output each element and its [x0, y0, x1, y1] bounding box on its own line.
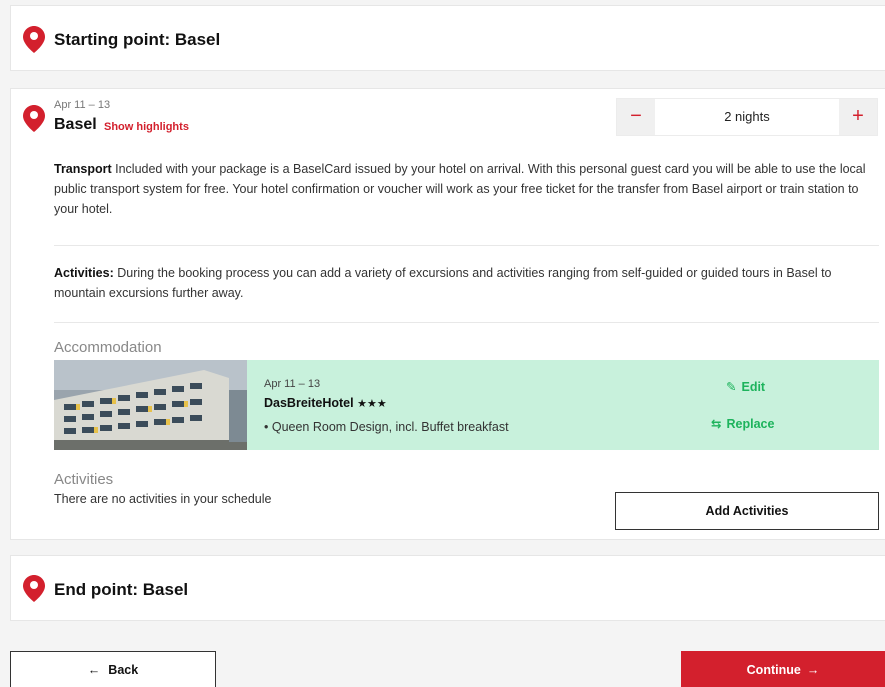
map-pin-icon: [23, 105, 45, 132]
decrease-nights-button[interactable]: −: [617, 99, 655, 135]
replace-label: Replace: [726, 417, 775, 431]
hotel-room-type: • Queen Room Design, incl. Buffet breakf…: [264, 420, 509, 434]
hotel-name-text: DasBreiteHotel: [264, 396, 354, 410]
map-pin-icon: [23, 575, 45, 602]
starting-point-card: Starting point: Basel: [10, 5, 885, 71]
edit-label: Edit: [741, 380, 766, 394]
activities-info: Activities: During the booking process y…: [54, 263, 879, 303]
continue-button[interactable]: Continue →: [681, 651, 885, 687]
starting-point-title: Starting point: Basel: [54, 30, 221, 49]
back-label: Back: [108, 663, 139, 677]
transport-info: Transport Included with your package is …: [54, 159, 879, 219]
add-activities-button[interactable]: Add Activities: [615, 492, 879, 530]
stop-dates: Apr 11 – 13: [54, 99, 111, 111]
activities-text: During the booking process you can add a…: [54, 266, 832, 300]
stop-city-name: Basel: [54, 116, 97, 133]
accommodation-heading: Accommodation: [54, 339, 162, 356]
activities-label: Activities:: [54, 266, 114, 280]
hotel-name: DasBreiteHotel ★★★: [264, 396, 387, 410]
stop-card-basel: Apr 11 – 13 Basel Show highlights − 2 ni…: [10, 88, 885, 540]
hotel-photo: [54, 360, 247, 450]
swap-icon: ⇆: [711, 417, 722, 431]
no-activities-text: There are no activities in your schedule: [54, 492, 272, 506]
transport-label: Transport: [54, 162, 112, 176]
continue-label: Continue: [746, 663, 801, 677]
show-highlights-link[interactable]: Show highlights: [104, 121, 189, 133]
nights-stepper: − 2 nights +: [616, 98, 878, 136]
activities-heading: Activities: [54, 471, 114, 488]
hotel-row: Apr 11 – 13 DasBreiteHotel ★★★ • Queen R…: [54, 360, 879, 450]
replace-hotel-button[interactable]: ⇆ Replace: [711, 416, 774, 431]
back-button[interactable]: ← Back: [10, 651, 216, 687]
end-point-title: End point: Basel: [54, 580, 189, 599]
arrow-left-icon: ←: [87, 663, 101, 677]
increase-nights-button[interactable]: +: [839, 99, 877, 135]
divider: [54, 322, 879, 323]
transport-text: Included with your package is a BaselCar…: [54, 162, 866, 216]
pencil-icon: ✎: [726, 380, 737, 394]
edit-hotel-button[interactable]: ✎ Edit: [726, 379, 765, 394]
hotel-dates: Apr 11 – 13: [264, 378, 321, 390]
end-point-card: End point: Basel: [10, 555, 885, 621]
arrow-right-icon: →: [806, 663, 820, 677]
nights-value: 2 nights: [724, 109, 770, 124]
divider: [54, 245, 879, 246]
hotel-stars: ★★★: [357, 398, 387, 410]
map-pin-icon: [23, 26, 45, 53]
